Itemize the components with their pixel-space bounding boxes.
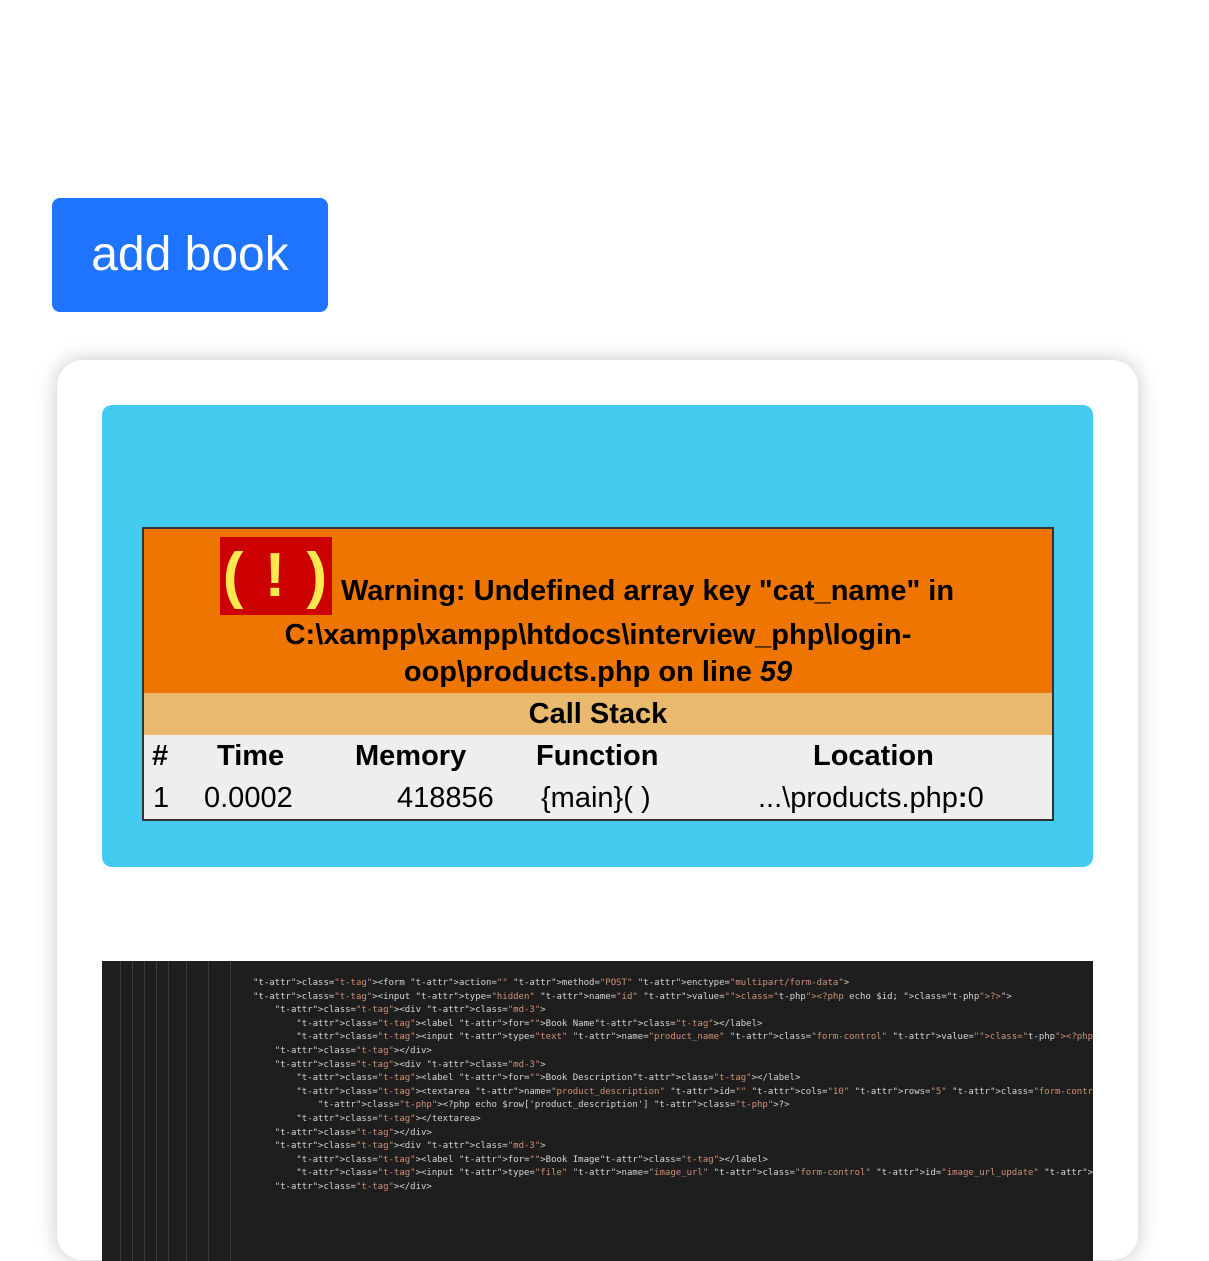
warning-file: oop\products.php on line	[403, 656, 760, 688]
header-index: #	[152, 740, 169, 772]
row-memory: 418856	[397, 782, 494, 814]
row-index: 1	[153, 782, 170, 814]
warning-line-number: 59	[759, 656, 793, 688]
call-stack-row: 1 0.0002 418856 {main}( ) ...\products.p…	[144, 777, 1052, 819]
row-location-line: 0	[967, 782, 984, 814]
call-stack-title: Call Stack	[144, 693, 1052, 735]
code-line: "t-attr">class="t-tag"><form "t-attr">ac…	[253, 978, 850, 988]
code-line: "t-attr">class="t-tag"><input "t-attr">t…	[253, 991, 1012, 1002]
header-time: Time	[217, 740, 285, 772]
header-memory: Memory	[355, 740, 467, 772]
code-line: "t-attr">class="t-tag"><label "t-attr">f…	[296, 1073, 801, 1084]
call-stack-header-row: # Time Memory Function Location	[144, 735, 1052, 777]
xdebug-error-table: ( ! ) Warning: Undefined array key "cat_…	[142, 527, 1054, 821]
warning-message: Warning: Undefined array key "cat_name" …	[341, 575, 955, 607]
warning-header: ( ! ) Warning: Undefined array key "cat_…	[144, 529, 1052, 693]
row-time: 0.0002	[204, 782, 293, 814]
code-line: "t-attr">class="t-tag"><label "t-attr">f…	[296, 1154, 768, 1165]
code-line: "t-attr">class="t-tag"></div>	[274, 1127, 432, 1138]
warning-path-line: C:\xampp\xampp\htdocs\interview_php\logi…	[284, 619, 912, 651]
code-line: "t-attr">class="t-tag"></div>	[274, 1045, 432, 1056]
row-location-file: ...\products.php	[758, 782, 958, 814]
header-location: Location	[813, 740, 934, 772]
code-lines: "t-attr">class="t-tag"><form "t-attr">ac…	[253, 977, 1093, 1195]
row-location[interactable]: ...\products.php:0	[758, 777, 984, 819]
code-line: "t-attr">class="t-tag"></textarea>	[296, 1113, 481, 1124]
code-line: "t-attr">class="t-tag"><div "t-attr">cla…	[274, 1141, 546, 1152]
code-line: "t-attr">class="t-tag"></div>	[274, 1181, 432, 1192]
header-function: Function	[536, 740, 659, 772]
code-line: "t-attr">class="t-tag"><div "t-attr">cla…	[274, 1059, 546, 1070]
content-card: ( ! ) Warning: Undefined array key "cat_…	[57, 360, 1138, 1261]
row-function: {main}( )	[541, 782, 651, 814]
info-alert: ( ! ) Warning: Undefined array key "cat_…	[102, 405, 1093, 867]
code-line: "t-attr">class="t-tag"><textarea "t-attr…	[296, 1086, 1093, 1097]
code-line: "t-attr">class="t-php"><?php echo $row['…	[318, 1100, 790, 1111]
code-line: "t-attr">class="t-tag"><div "t-attr">cla…	[274, 1005, 546, 1016]
warning-icon: ( ! )	[220, 537, 332, 615]
row-location-sep: :	[957, 782, 968, 814]
code-line: "t-attr">class="t-tag"><input "t-attr">t…	[296, 1168, 1093, 1179]
code-screenshot: "t-attr">class="t-tag"><form "t-attr">ac…	[102, 961, 1093, 1261]
warning-path: C:\xampp\xampp\htdocs\interview_php\logi…	[144, 617, 1052, 691]
add-book-button[interactable]: add book	[52, 198, 328, 312]
code-line: "t-attr">class="t-tag"><label "t-attr">f…	[296, 1018, 763, 1029]
code-line: "t-attr">class="t-tag"><input "t-attr">t…	[296, 1032, 1093, 1043]
